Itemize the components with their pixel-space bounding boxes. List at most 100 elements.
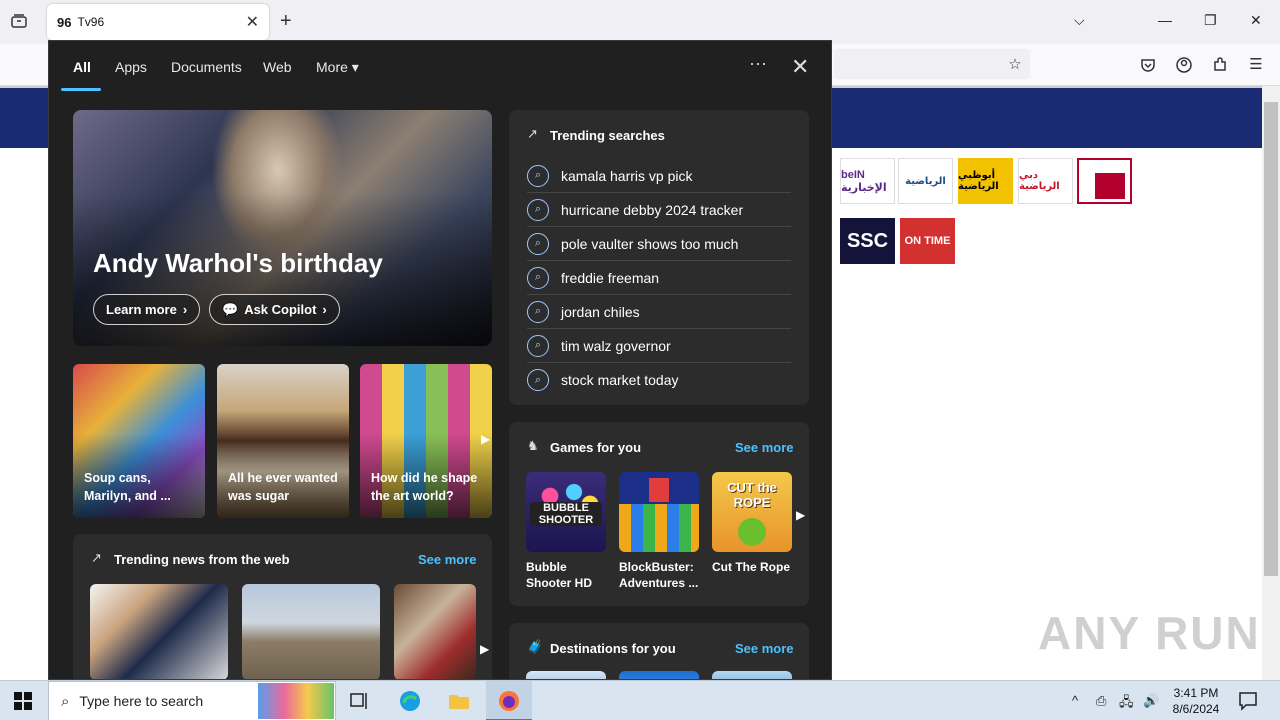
story-card[interactable]: All he ever wanted was sugar	[217, 364, 349, 518]
edge-icon[interactable]	[398, 689, 422, 713]
taskbar-clock[interactable]: 3:41 PM 8/6/2024	[1166, 685, 1226, 717]
scrollbar-thumb[interactable]	[1264, 102, 1278, 576]
game-name: BlockBuster: Adventures ...	[619, 560, 699, 590]
story-card[interactable]: How did he shape the art world?	[360, 364, 492, 518]
tab-apps[interactable]: Apps	[115, 59, 147, 75]
trending-search-item[interactable]: ⌕ pole vaulter shows too much	[527, 227, 791, 261]
channel-3-logo[interactable]: الرياضية	[898, 158, 953, 204]
news-title: Trending news from the web	[114, 552, 290, 567]
game-tile[interactable]: CUT the ROPE Cut The Rope	[712, 472, 792, 575]
trending-search-item[interactable]: ⌕ hurricane debby 2024 tracker	[527, 193, 791, 227]
more-options-icon[interactable]: ···	[749, 53, 767, 74]
menu-icon[interactable]: ☰	[1247, 56, 1265, 74]
new-tab-button[interactable]: +	[280, 10, 292, 33]
trending-arrow-icon: ↗	[527, 126, 538, 141]
search-icon: ⌕	[61, 692, 70, 710]
windows-start-icon[interactable]	[14, 692, 32, 710]
news-thumbnail[interactable]	[242, 584, 380, 679]
tab-documents[interactable]: Documents	[171, 59, 242, 75]
page-scrollbar[interactable]	[1262, 86, 1280, 680]
trending-search-text: pole vaulter shows too much	[561, 235, 739, 252]
browser-tab[interactable]: 96 Tv96 ✕	[47, 4, 269, 40]
trending-search-item[interactable]: ⌕ kamala harris vp pick	[527, 159, 791, 193]
task-view-icon[interactable]	[348, 689, 372, 713]
destination-thumbnail[interactable]	[619, 671, 699, 679]
game-tile[interactable]: BlockBuster: Adventures ...	[619, 472, 699, 591]
news-next-arrow-icon[interactable]: ▶	[480, 642, 489, 656]
abudhabi-sports-logo[interactable]: أبوظبي الرياضية	[958, 158, 1013, 204]
list-all-tabs-icon[interactable]	[10, 12, 28, 30]
card-caption: Soup cans, Marilyn, and ...	[84, 471, 171, 503]
bookmark-star-icon[interactable]: ☆	[1006, 56, 1024, 74]
trending-search-item[interactable]: ⌕ freddie freeman	[527, 261, 791, 295]
network-icon[interactable]: 🖧	[1119, 693, 1134, 715]
destinations-box: 🧳 Destinations for you See more	[509, 623, 809, 679]
chevron-right-icon: ›	[322, 302, 327, 317]
firefox-icon	[499, 691, 519, 711]
extensions-icon[interactable]	[1211, 56, 1229, 74]
learn-more-button[interactable]: Learn more ›	[93, 294, 201, 325]
trending-search-item[interactable]: ⌕ stock market today	[527, 363, 791, 397]
minimize-icon[interactable]: —	[1158, 12, 1172, 28]
firefox-taskbar-button[interactable]	[486, 681, 532, 720]
tab-list-chevron-icon[interactable]: ⌵	[1074, 12, 1085, 29]
url-bar[interactable]	[834, 49, 1030, 79]
device-icon[interactable]: ⎙	[1096, 693, 1106, 709]
games-box: ♞ Games for you See more BUBBLE SHOOTER …	[509, 422, 809, 606]
trending-news-box: ↗ Trending news from the web See more ▶	[73, 534, 492, 679]
card-caption: How did he shape the art world?	[371, 471, 478, 503]
destinations-see-more-link[interactable]: See more	[735, 641, 794, 656]
trending-search-text: kamala harris vp pick	[561, 167, 693, 184]
tab-web[interactable]: Web	[263, 59, 292, 75]
ssc-logo[interactable]: SSC	[840, 218, 895, 264]
news-see-more-link[interactable]: See more	[418, 552, 477, 567]
bubble-shooter-thumbnail: BUBBLE SHOOTER	[526, 472, 606, 552]
news-thumbnail[interactable]	[394, 584, 476, 679]
hero-card[interactable]: Andy Warhol's birthday Learn more › 💬 As…	[73, 110, 492, 346]
destination-thumbnail[interactable]	[712, 671, 792, 679]
show-hidden-icons-chevron[interactable]: ^	[1072, 693, 1078, 708]
om-nom-figure	[738, 518, 766, 546]
qatar-logo-mark	[1094, 173, 1125, 199]
clock-time: 3:41 PM	[1173, 686, 1219, 700]
tab-all[interactable]: All	[73, 59, 91, 75]
news-thumbnail[interactable]	[90, 584, 228, 679]
trending-searches-box: ↗ Trending searches ⌕ kamala harris vp pi…	[509, 110, 809, 405]
dubai-sports-logo[interactable]: دبي الرياضية	[1018, 158, 1073, 204]
games-next-arrow-icon[interactable]: ▶	[796, 508, 805, 522]
games-icon: ♞	[527, 438, 539, 453]
volume-icon[interactable]: 🔊	[1143, 693, 1159, 709]
file-explorer-icon[interactable]	[447, 689, 471, 713]
game-tile[interactable]: BUBBLE SHOOTER Bubble Shooter HD	[526, 472, 606, 591]
search-icon: ⌕	[527, 232, 549, 255]
ontime-logo[interactable]: ON TIME	[900, 218, 955, 264]
cards-next-arrow-icon[interactable]: ▶	[481, 432, 490, 446]
hero-title: Andy Warhol's birthday	[93, 248, 383, 278]
game-name: Cut The Rope	[712, 560, 790, 574]
ask-copilot-button[interactable]: 💬 Ask Copilot ›	[209, 294, 340, 325]
blockbuster-thumbnail	[619, 472, 699, 552]
trending-search-item[interactable]: ⌕ jordan chiles	[527, 295, 791, 329]
search-icon: ⌕	[527, 369, 549, 391]
close-panel-icon[interactable]: ✕	[791, 54, 809, 80]
destination-thumbnail[interactable]	[526, 671, 606, 679]
games-see-more-link[interactable]: See more	[735, 440, 794, 455]
trending-title: Trending searches	[550, 128, 665, 143]
search-highlight-image	[258, 683, 334, 719]
luggage-icon: 🧳	[527, 639, 544, 654]
restore-icon[interactable]: ❐	[1204, 12, 1217, 29]
notifications-icon[interactable]	[1236, 689, 1260, 713]
account-icon[interactable]	[1175, 56, 1193, 74]
bein-logo[interactable]: beIN الإخبارية	[840, 158, 895, 204]
tab-more[interactable]: More ▾	[316, 59, 359, 76]
pocket-icon[interactable]	[1139, 56, 1157, 74]
close-tab-icon[interactable]: ✕	[246, 12, 259, 32]
cut-the-rope-thumbnail: CUT the ROPE	[712, 472, 792, 552]
destinations-title: Destinations for you	[550, 641, 676, 656]
close-window-icon[interactable]: ✕	[1250, 12, 1262, 29]
clock-date: 8/6/2024	[1172, 702, 1220, 716]
chat-bubble-icon: 💬	[222, 301, 239, 317]
qatar-channel-logo[interactable]	[1077, 158, 1132, 204]
story-card[interactable]: Soup cans, Marilyn, and ...	[73, 364, 205, 518]
trending-search-item[interactable]: ⌕ tim walz governor	[527, 329, 791, 363]
